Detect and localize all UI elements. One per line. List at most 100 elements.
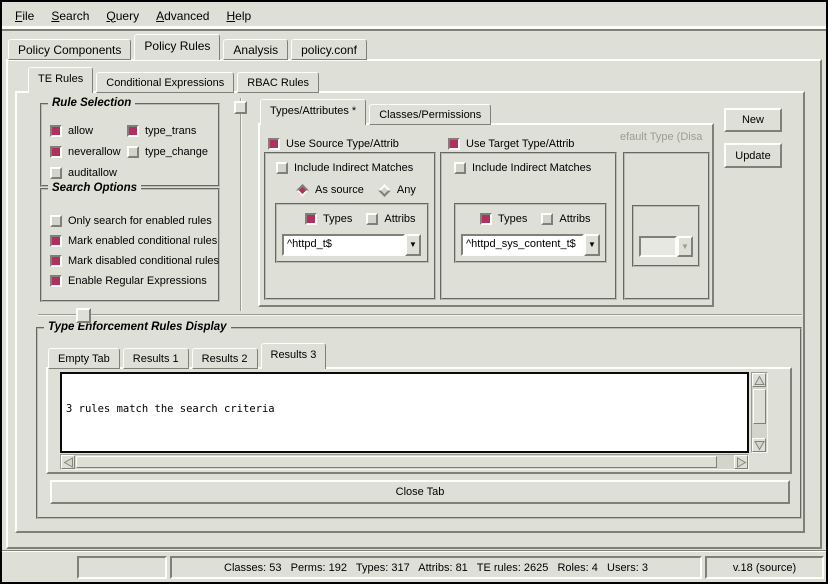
left-arrow-icon bbox=[63, 457, 74, 468]
target-type-entry[interactable]: ^httpd_sys_content_t$ bbox=[461, 234, 584, 256]
source-type-combobox[interactable]: ^httpd_t$ ▼ bbox=[282, 234, 421, 256]
tab-policy-conf[interactable]: policy.conf bbox=[291, 39, 367, 60]
source-attribs-label: Attribs bbox=[384, 213, 415, 225]
tab-results-3[interactable]: Results 3 bbox=[261, 343, 327, 369]
type-trans-label: type_trans bbox=[145, 125, 196, 137]
menu-advanced[interactable]: Advanced bbox=[151, 7, 214, 25]
target-combo-arrow-icon[interactable]: ▼ bbox=[584, 234, 600, 256]
source-indirect-row[interactable]: Include Indirect Matches bbox=[276, 161, 413, 175]
default-type-combobox: ▼ bbox=[639, 236, 693, 257]
neverallow-label: neverallow bbox=[68, 146, 121, 158]
target-indirect-checkbox[interactable] bbox=[454, 162, 466, 174]
allow-checkbox[interactable] bbox=[50, 125, 62, 137]
results-summary: 3 rules match the search criteria bbox=[66, 403, 743, 417]
tab-analysis[interactable]: Analysis bbox=[223, 39, 288, 60]
default-type-box: ▼ bbox=[623, 152, 710, 300]
tab-results-1[interactable]: Results 1 bbox=[123, 348, 189, 369]
mark-enabled-checkbox[interactable] bbox=[50, 235, 62, 247]
checkbox-row-type-trans[interactable]: type_trans bbox=[127, 124, 196, 138]
horizontal-sash[interactable] bbox=[38, 314, 802, 316]
search-options-group: Search Options Only search for enabled r… bbox=[40, 188, 220, 302]
source-combo-arrow-icon[interactable]: ▼ bbox=[405, 234, 421, 256]
close-tab-button[interactable]: Close Tab bbox=[50, 480, 790, 504]
main-tab-bar: Policy Components Policy Rules Analysis … bbox=[8, 33, 370, 60]
use-target-label: Use Target Type/Attrib bbox=[466, 138, 574, 150]
mark-enabled-label: Mark enabled conditional rules bbox=[68, 235, 217, 247]
scroll-down-button[interactable] bbox=[752, 438, 766, 452]
use-target-row[interactable]: Use Target Type/Attrib bbox=[448, 137, 574, 151]
right-arrow-icon bbox=[736, 457, 747, 468]
menu-search[interactable]: Search bbox=[46, 7, 94, 25]
checkbox-row-mark-disabled[interactable]: Mark disabled conditional rules bbox=[50, 254, 219, 268]
enabled-only-checkbox[interactable] bbox=[50, 215, 62, 227]
checkbox-row-type-change[interactable]: type_change bbox=[127, 145, 208, 159]
source-types-row[interactable]: Types bbox=[305, 213, 352, 225]
source-types-attribs-row: Types Attribs bbox=[305, 212, 416, 226]
target-attribs-checkbox[interactable] bbox=[541, 213, 553, 225]
hscroll-thumb[interactable] bbox=[76, 456, 717, 468]
target-types-label: Types bbox=[498, 213, 527, 225]
target-box: Include Indirect Matches Types Attribs ^… bbox=[440, 152, 617, 300]
vertical-sash[interactable] bbox=[240, 98, 242, 311]
use-target-checkbox[interactable] bbox=[448, 138, 460, 150]
checkbox-row-neverallow[interactable]: neverallow bbox=[50, 145, 121, 159]
any-radio-row[interactable]: Any bbox=[378, 184, 416, 196]
as-source-radio-row[interactable]: As source bbox=[296, 184, 364, 196]
type-change-checkbox[interactable] bbox=[127, 146, 139, 158]
tab-policy-components[interactable]: Policy Components bbox=[8, 39, 131, 60]
source-indirect-checkbox[interactable] bbox=[276, 162, 288, 174]
target-types-row[interactable]: Types bbox=[480, 213, 527, 225]
tab-empty[interactable]: Empty Tab bbox=[48, 348, 120, 369]
source-attribs-checkbox[interactable] bbox=[366, 213, 378, 225]
target-type-combobox[interactable]: ^httpd_sys_content_t$ ▼ bbox=[461, 234, 600, 256]
menu-help[interactable]: Help bbox=[221, 7, 256, 25]
checkbox-row-regex[interactable]: Enable Regular Expressions bbox=[50, 274, 207, 288]
update-button[interactable]: Update bbox=[724, 143, 782, 168]
any-radio[interactable] bbox=[378, 184, 391, 197]
tab-types-attributes[interactable]: Types/Attributes * bbox=[260, 99, 366, 125]
source-types-box: Types Attribs ^httpd_t$ ▼ bbox=[275, 203, 429, 263]
checkbox-row-enabled-only[interactable]: Only search for enabled rules bbox=[50, 214, 212, 228]
tab-rbac-rules[interactable]: RBAC Rules bbox=[237, 72, 319, 93]
checkbox-row-mark-enabled[interactable]: Mark enabled conditional rules bbox=[50, 234, 217, 248]
type-trans-checkbox[interactable] bbox=[127, 125, 139, 137]
results-tab-bar: Empty Tab Results 1 Results 2 Results 3 bbox=[48, 342, 329, 369]
scroll-right-button[interactable] bbox=[734, 455, 748, 469]
scroll-left-button[interactable] bbox=[61, 455, 75, 469]
target-indirect-row[interactable]: Include Indirect Matches bbox=[454, 161, 591, 175]
vertical-sash-handle[interactable] bbox=[234, 101, 247, 114]
as-source-radio[interactable] bbox=[296, 184, 309, 197]
target-attribs-row[interactable]: Attribs bbox=[541, 213, 590, 225]
results-vscrollbar[interactable] bbox=[751, 372, 768, 453]
status-separator bbox=[2, 550, 826, 552]
menu-query[interactable]: Query bbox=[101, 7, 144, 25]
use-source-checkbox[interactable] bbox=[268, 138, 280, 150]
neverallow-checkbox[interactable] bbox=[50, 146, 62, 158]
down-arrow-icon bbox=[754, 440, 765, 451]
checkbox-row-allow[interactable]: allow bbox=[50, 124, 93, 138]
checkbox-row-auditallow[interactable]: auditallow bbox=[50, 166, 117, 180]
horizontal-sash-handle[interactable] bbox=[76, 308, 91, 323]
source-type-entry[interactable]: ^httpd_t$ bbox=[282, 234, 405, 256]
regex-checkbox[interactable] bbox=[50, 275, 62, 287]
tab-classes-permissions[interactable]: Classes/Permissions bbox=[369, 104, 491, 125]
scroll-up-button[interactable] bbox=[752, 373, 766, 387]
vscroll-thumb[interactable] bbox=[753, 389, 766, 424]
tab-conditional-expressions[interactable]: Conditional Expressions bbox=[96, 72, 234, 93]
menu-file[interactable]: File bbox=[10, 7, 39, 25]
target-types-checkbox[interactable] bbox=[480, 213, 492, 225]
source-attribs-row[interactable]: Attribs bbox=[366, 213, 415, 225]
use-source-label: Use Source Type/Attrib bbox=[286, 138, 399, 150]
tab-results-2[interactable]: Results 2 bbox=[192, 348, 258, 369]
ta-content-frame: Use Source Type/Attrib Include Indirect … bbox=[258, 123, 714, 307]
target-types-attribs-row: Types Attribs bbox=[480, 212, 591, 226]
tab-te-rules[interactable]: TE Rules bbox=[28, 67, 93, 93]
results-text-area[interactable]: 3 rules match the search criteria (5822)… bbox=[60, 372, 749, 453]
auditallow-checkbox[interactable] bbox=[50, 167, 62, 179]
mark-disabled-checkbox[interactable] bbox=[50, 255, 62, 267]
tab-policy-rules[interactable]: Policy Rules bbox=[134, 34, 220, 60]
results-hscrollbar[interactable] bbox=[60, 454, 749, 470]
use-source-row[interactable]: Use Source Type/Attrib bbox=[268, 137, 399, 151]
source-types-checkbox[interactable] bbox=[305, 213, 317, 225]
new-button[interactable]: New bbox=[724, 108, 782, 132]
